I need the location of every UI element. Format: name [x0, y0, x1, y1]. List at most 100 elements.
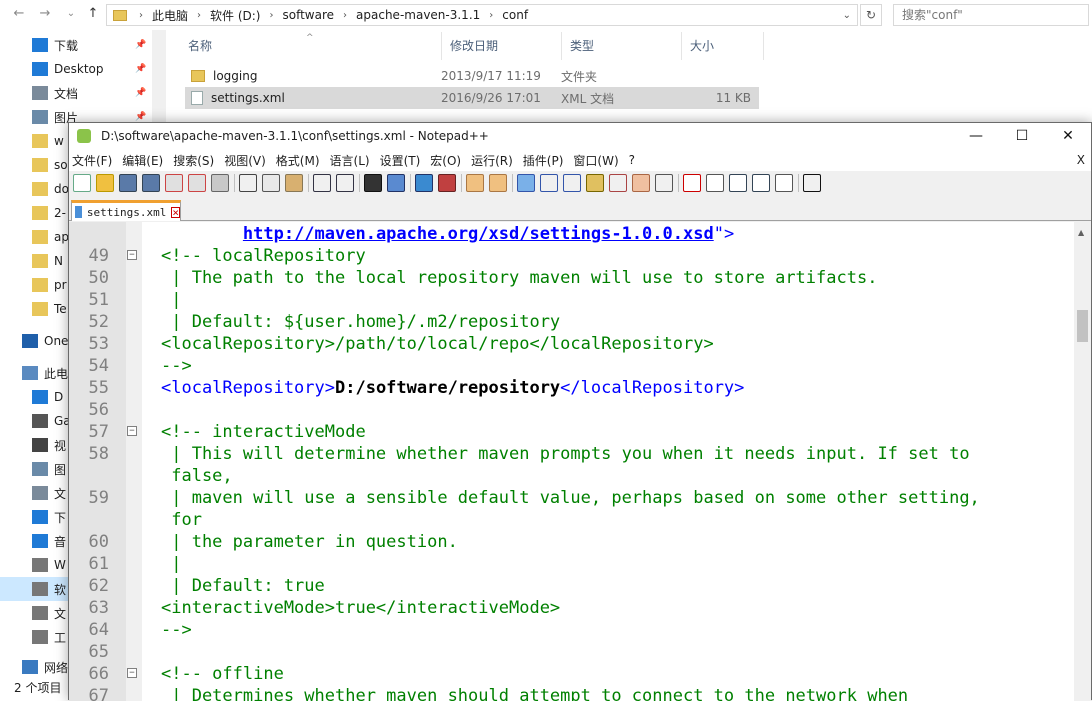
- maximize-button[interactable]: ☐: [999, 123, 1045, 149]
- code-token: | the parameter in question.: [161, 532, 458, 552]
- pin-icon[interactable]: 📌: [135, 112, 146, 122]
- column-date[interactable]: 修改日期: [442, 32, 562, 60]
- udl-icon[interactable]: [586, 174, 604, 192]
- sync-v-icon[interactable]: [466, 174, 484, 192]
- toolbar-separator: [359, 174, 360, 192]
- menu-item[interactable]: 格式(M): [273, 152, 327, 169]
- tab-settings-xml[interactable]: settings.xml ×: [71, 200, 181, 221]
- code-text: false,: [161, 465, 232, 487]
- breadcrumb-item[interactable]: apache-maven-3.1.1: [356, 8, 480, 22]
- fold-minus-icon[interactable]: −: [127, 250, 137, 260]
- fold-minus-icon[interactable]: −: [127, 426, 137, 436]
- save-macro-icon[interactable]: [775, 174, 793, 192]
- back-icon[interactable]: ←: [12, 6, 26, 22]
- menu-item[interactable]: 运行(R): [468, 152, 520, 169]
- spellcheck-icon[interactable]: [803, 174, 821, 192]
- folder-workspace-icon[interactable]: [632, 174, 650, 192]
- sidebar-item-label: Desktop: [54, 62, 104, 76]
- save-icon[interactable]: [119, 174, 137, 192]
- file-row[interactable]: settings.xml 2016/9/26 17:01 XML 文档 11 K…: [185, 87, 759, 109]
- zoom-in-icon[interactable]: [415, 174, 433, 192]
- open-file-icon[interactable]: [96, 174, 114, 192]
- find-icon[interactable]: [364, 174, 382, 192]
- close-button[interactable]: ✕: [1045, 123, 1091, 149]
- close-all-icon[interactable]: [188, 174, 206, 192]
- stop-macro-icon[interactable]: [706, 174, 724, 192]
- sidebar-item[interactable]: 下载 📌: [0, 33, 152, 57]
- new-file-icon[interactable]: [73, 174, 91, 192]
- indent-guide-icon[interactable]: [563, 174, 581, 192]
- scroll-up-icon[interactable]: ▲: [1078, 228, 1084, 237]
- recent-chevron-icon[interactable]: ⌄: [64, 6, 78, 22]
- up-icon[interactable]: ↑: [86, 6, 100, 22]
- replace-icon[interactable]: [387, 174, 405, 192]
- file-row[interactable]: logging 2013/9/17 11:19 文件夹: [185, 65, 759, 87]
- chevron-right-icon[interactable]: ›: [489, 10, 493, 21]
- minimize-button[interactable]: —: [953, 123, 999, 149]
- menu-item[interactable]: 视图(V): [221, 152, 273, 169]
- column-label: 修改日期: [450, 39, 499, 53]
- code-text: | Default: true: [161, 575, 325, 597]
- forward-icon[interactable]: →: [38, 6, 52, 22]
- sidebar-item[interactable]: Desktop 📌: [0, 57, 152, 81]
- cut-icon[interactable]: [239, 174, 257, 192]
- breadcrumb[interactable]: › 此电脑 › 软件 (D:) › software › apache-mave…: [106, 4, 858, 26]
- play-macro-icon[interactable]: [729, 174, 747, 192]
- doc-map-icon[interactable]: [609, 174, 627, 192]
- picture-icon: [32, 462, 48, 476]
- folder-icon: [32, 254, 48, 268]
- pin-icon[interactable]: 📌: [135, 40, 146, 50]
- fold-minus-icon[interactable]: −: [127, 668, 137, 678]
- pin-icon[interactable]: 📌: [135, 88, 146, 98]
- column-name[interactable]: 名称 ^: [180, 32, 442, 60]
- chevron-right-icon[interactable]: ›: [197, 10, 201, 21]
- record-macro-icon[interactable]: [683, 174, 701, 192]
- scrollbar-thumb[interactable]: [1077, 310, 1088, 342]
- breadcrumb-item[interactable]: 此电脑: [152, 7, 188, 24]
- run-macro-icon[interactable]: [752, 174, 770, 192]
- breadcrumb-item[interactable]: 软件 (D:): [210, 7, 260, 24]
- copy-icon[interactable]: [262, 174, 280, 192]
- close-document-button[interactable]: X: [1077, 149, 1085, 171]
- word-wrap-icon[interactable]: [517, 174, 535, 192]
- zoom-out-icon[interactable]: [438, 174, 456, 192]
- menu-item[interactable]: 搜索(S): [170, 152, 221, 169]
- code-line: 52 | Default: ${user.home}/.m2/repositor…: [69, 311, 1069, 333]
- close-tab-icon[interactable]: ×: [171, 206, 180, 218]
- column-size[interactable]: 大小: [682, 32, 764, 60]
- sidebar-item[interactable]: 文档 📌: [0, 81, 152, 105]
- search-input[interactable]: 搜索"conf": [893, 4, 1089, 26]
- pin-icon[interactable]: 📌: [135, 64, 146, 74]
- menu-item[interactable]: 语言(L): [327, 152, 377, 169]
- code-token: http://maven.apache.org/xsd/settings-1.0…: [242, 224, 714, 244]
- editor-scrollbar[interactable]: ▲: [1074, 222, 1091, 701]
- show-all-chars-icon[interactable]: [540, 174, 558, 192]
- chevron-right-icon[interactable]: ›: [343, 10, 347, 21]
- sync-h-icon[interactable]: [489, 174, 507, 192]
- refresh-button[interactable]: ↻: [860, 4, 882, 26]
- breadcrumb-item[interactable]: software: [282, 8, 334, 22]
- menu-item[interactable]: ?: [626, 153, 642, 167]
- chevron-right-icon[interactable]: ›: [269, 10, 273, 21]
- paste-icon[interactable]: [285, 174, 303, 192]
- save-all-icon[interactable]: [142, 174, 160, 192]
- menu-item[interactable]: 编辑(E): [119, 152, 170, 169]
- chevron-right-icon[interactable]: ›: [139, 10, 143, 21]
- menu-item[interactable]: 宏(O): [427, 152, 468, 169]
- breadcrumb-item[interactable]: conf: [502, 8, 528, 22]
- drive-icon: [32, 606, 48, 620]
- code-text: for: [161, 509, 202, 531]
- column-type[interactable]: 类型: [562, 32, 682, 60]
- menu-item[interactable]: 插件(P): [520, 152, 571, 169]
- close-icon[interactable]: [165, 174, 183, 192]
- chevron-down-icon[interactable]: ⌄: [843, 10, 851, 21]
- redo-icon[interactable]: [336, 174, 354, 192]
- undo-icon[interactable]: [313, 174, 331, 192]
- document-icon: [32, 86, 48, 100]
- menu-item[interactable]: 设置(T): [377, 152, 428, 169]
- monitor-icon[interactable]: [655, 174, 673, 192]
- code-editor[interactable]: http://maven.apache.org/xsd/settings-1.0…: [69, 222, 1091, 701]
- menu-item[interactable]: 文件(F): [69, 152, 119, 169]
- print-icon[interactable]: [211, 174, 229, 192]
- menu-item[interactable]: 窗口(W): [570, 152, 625, 169]
